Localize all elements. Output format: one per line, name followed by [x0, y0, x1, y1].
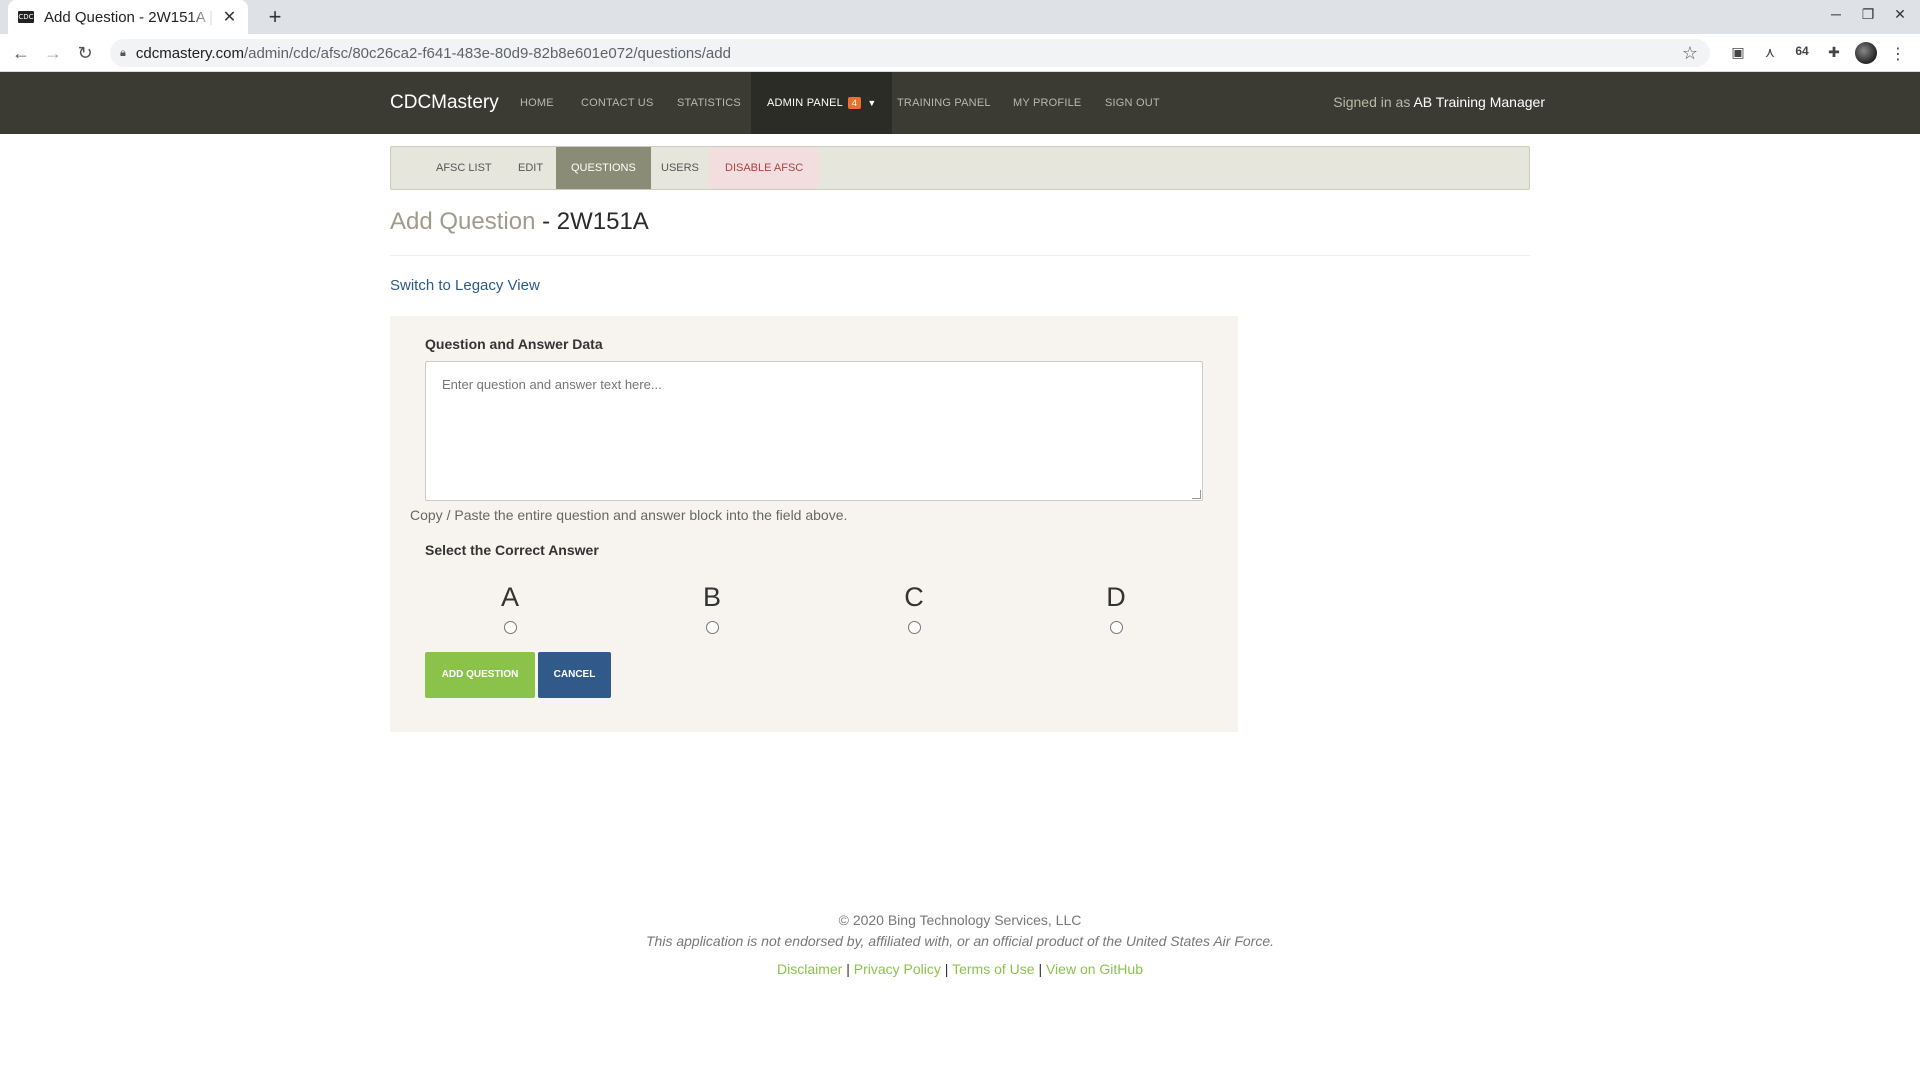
signed-in-user[interactable]: AB Training Manager	[1413, 94, 1545, 110]
qa-data-label: Question and Answer Data	[425, 336, 603, 352]
reload-icon[interactable]: ↻	[74, 42, 96, 64]
browser-tab-bar: CDC Add Question - 2W151A | CDCMastery ✕…	[0, 0, 1920, 34]
browser-menu-icon[interactable]: ⋮	[1888, 44, 1908, 64]
correct-answer-label: Select the Correct Answer	[425, 542, 599, 558]
profile-avatar[interactable]	[1855, 42, 1877, 64]
choice-a: A	[480, 582, 540, 634]
choice-d-radio[interactable]	[1109, 621, 1123, 634]
extension-tool-icon[interactable]: ⋏	[1760, 44, 1780, 61]
tab-title: Add Question - 2W151A | CDCMastery	[44, 8, 215, 26]
add-question-button[interactable]: ADD QUESTION	[425, 652, 535, 698]
signed-in-prefix: Signed in as	[1333, 94, 1411, 110]
subnav-disable-afsc[interactable]: DISABLE AFSC	[710, 147, 819, 189]
lock-icon: 🔒︎	[120, 46, 126, 59]
choice-d-letter: D	[1106, 582, 1126, 612]
choice-b-radio[interactable]	[705, 621, 719, 634]
bookmark-star-icon[interactable]: ☆	[1682, 43, 1698, 64]
url-domain: cdcmastery.com	[135, 44, 244, 62]
restore-icon[interactable]: ❐	[1858, 6, 1878, 23]
extension-screen-icon[interactable]: ▣	[1728, 44, 1748, 61]
add-question-form: Question and Answer Data Copy / Paste th…	[390, 316, 1238, 732]
subnav-afsc-list[interactable]: AFSC LIST	[436, 147, 492, 189]
browser-tab[interactable]: CDC Add Question - 2W151A | CDCMastery ✕	[8, 0, 248, 34]
site-navbar: CDCMastery HOME CONTACT US STATISTICS AD…	[0, 72, 1920, 134]
footer-separator: |	[846, 961, 850, 977]
forward-icon[interactable]: →	[42, 42, 64, 64]
footer-link-github[interactable]: View on GitHub	[1046, 961, 1143, 977]
afsc-code: 2W151A	[556, 208, 649, 235]
choice-b-letter: B	[702, 582, 721, 612]
choice-b: B	[682, 582, 742, 634]
address-bar[interactable]: 🔒︎ cdcmastery.com /admin/cdc/afsc/80c26c…	[110, 39, 1710, 67]
choice-c-radio[interactable]	[907, 621, 921, 634]
nav-admin-panel[interactable]: ADMIN PANEL 4 ▼	[751, 72, 893, 134]
nav-sign-out[interactable]: SIGN OUT	[1105, 72, 1160, 134]
caret-down-icon: ▼	[867, 98, 877, 108]
extensions-puzzle-icon[interactable]: ✚	[1824, 44, 1844, 61]
divider	[390, 255, 1530, 256]
resize-handle-icon[interactable]	[1192, 490, 1201, 499]
nav-my-profile[interactable]: MY PROFILE	[1013, 72, 1081, 134]
nav-statistics[interactable]: STATISTICS	[677, 72, 741, 134]
choice-d: D	[1086, 582, 1146, 634]
minimize-icon[interactable]: ─	[1826, 6, 1846, 22]
qa-data-textarea[interactable]	[425, 361, 1203, 501]
subnav-questions[interactable]: QUESTIONS	[556, 147, 651, 189]
switch-legacy-view-link[interactable]: Switch to Legacy View	[390, 277, 540, 294]
choice-c: C	[884, 582, 944, 634]
afsc-subnav: AFSC LIST EDIT QUESTIONS USERS DISABLE A…	[390, 146, 1530, 190]
nav-training-panel[interactable]: TRAINING PANEL	[897, 72, 991, 134]
choice-c-letter: C	[904, 582, 924, 612]
page-title-separator: -	[535, 208, 557, 235]
extension-64-icon[interactable]: 64	[1792, 44, 1812, 58]
footer-separator: |	[944, 961, 949, 977]
choice-a-letter: A	[500, 582, 519, 612]
nav-admin-panel-label: ADMIN PANEL	[767, 97, 843, 109]
notification-badge: 4	[847, 97, 862, 109]
choice-a-radio[interactable]	[503, 621, 517, 634]
footer-link-disclaimer[interactable]: Disclaimer	[777, 961, 842, 977]
nav-home[interactable]: HOME	[520, 72, 554, 134]
back-icon[interactable]: ←	[10, 42, 32, 64]
url-path: /admin/cdc/afsc/80c26ca2-f641-483e-80d9-…	[243, 44, 731, 62]
footer: © 2020 Bing Technology Services, LLC Thi…	[0, 912, 1920, 977]
close-tab-icon[interactable]: ✕	[221, 7, 238, 27]
copyright-text: © 2020 Bing Technology Services, LLC	[838, 912, 1082, 928]
site-favicon-icon: CDC	[18, 11, 34, 23]
page-title-text: Add Question	[390, 208, 536, 235]
browser-toolbar: ← → ↻ 🔒︎ cdcmastery.com /admin/cdc/afsc/…	[0, 34, 1920, 72]
footer-link-privacy-policy[interactable]: Privacy Policy	[854, 961, 941, 977]
brand-logo[interactable]: CDCMastery	[390, 92, 499, 114]
disclaimer-text: This application is not endorsed by, aff…	[646, 933, 1274, 949]
signed-in-status: Signed in as AB Training Manager	[1333, 94, 1545, 110]
nav-contact-us[interactable]: CONTACT US	[581, 72, 654, 134]
cancel-button[interactable]: CANCEL	[538, 652, 611, 698]
qa-help-text: Copy / Paste the entire question and ans…	[410, 507, 848, 523]
new-tab-icon[interactable]: +	[260, 2, 290, 32]
subnav-edit[interactable]: EDIT	[518, 147, 543, 189]
footer-link-terms-of-use[interactable]: Terms of Use	[952, 961, 1034, 977]
footer-separator: |	[1038, 961, 1043, 977]
close-window-icon[interactable]: ✕	[1890, 6, 1910, 23]
subnav-users[interactable]: USERS	[661, 147, 699, 189]
page-title: Add Question - 2W151A	[390, 208, 649, 236]
footer-links: Disclaimer | Privacy Policy | Terms of U…	[0, 961, 1920, 977]
